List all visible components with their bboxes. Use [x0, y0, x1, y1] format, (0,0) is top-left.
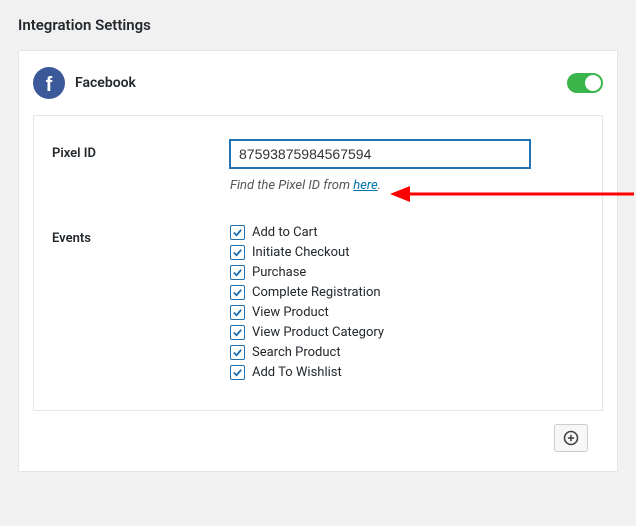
check-icon: [232, 267, 243, 278]
help-suffix: .: [378, 178, 381, 193]
events-list: Add to Cart Initiate Checkout Purchase Comp…: [230, 225, 584, 380]
pixel-id-help: Find the Pixel ID from here.: [230, 178, 584, 193]
pixel-id-row: Pixel ID Find the Pixel ID from here.: [52, 140, 584, 219]
event-checkbox[interactable]: [230, 325, 245, 340]
facebook-icon: f: [33, 67, 65, 99]
events-label: Events: [52, 225, 230, 246]
event-checkbox[interactable]: [230, 285, 245, 300]
event-item: Add To Wishlist: [230, 365, 584, 380]
event-item: View Product Category: [230, 325, 584, 340]
event-checkbox[interactable]: [230, 305, 245, 320]
pixel-id-field: Find the Pixel ID from here.: [230, 140, 584, 219]
panel-header-left: f Facebook: [33, 67, 136, 99]
add-button-wrap: [554, 424, 588, 452]
event-checkbox[interactable]: [230, 345, 245, 360]
page-title: Integration Settings: [18, 16, 618, 34]
help-prefix: Find the Pixel ID from: [230, 178, 353, 193]
event-item: Add to Cart: [230, 225, 584, 240]
events-field: Add to Cart Initiate Checkout Purchase Comp…: [230, 225, 584, 380]
check-icon: [232, 247, 243, 258]
event-item: Search Product: [230, 345, 584, 360]
event-label: Initiate Checkout: [252, 245, 349, 260]
event-label: View Product Category: [252, 325, 384, 340]
events-row: Events Add to Cart Initiate Checkout Purch…: [52, 225, 584, 380]
check-icon: [232, 227, 243, 238]
panel-header: f Facebook: [33, 63, 603, 115]
event-item: View Product: [230, 305, 584, 320]
event-label: Add to Cart: [252, 225, 318, 240]
settings-box: Pixel ID Find the Pixel ID from here. Ev…: [33, 115, 603, 411]
event-label: Add To Wishlist: [252, 365, 342, 380]
provider-name: Facebook: [75, 75, 136, 91]
event-checkbox[interactable]: [230, 245, 245, 260]
toggle-knob: [585, 75, 601, 91]
pixel-id-label: Pixel ID: [52, 140, 230, 161]
event-item: Purchase: [230, 265, 584, 280]
event-label: Search Product: [252, 345, 341, 360]
event-item: Complete Registration: [230, 285, 584, 300]
help-link[interactable]: here: [353, 178, 377, 193]
event-checkbox[interactable]: [230, 225, 245, 240]
event-label: Complete Registration: [252, 285, 381, 300]
check-icon: [232, 287, 243, 298]
pixel-id-input[interactable]: [230, 140, 530, 168]
enable-toggle[interactable]: [567, 73, 603, 93]
add-button[interactable]: [554, 424, 588, 452]
event-label: View Product: [252, 305, 329, 320]
event-item: Initiate Checkout: [230, 245, 584, 260]
event-label: Purchase: [252, 265, 306, 280]
check-icon: [232, 307, 243, 318]
integration-panel: f Facebook Pixel ID Find the Pixel ID fr…: [18, 50, 618, 472]
event-checkbox[interactable]: [230, 365, 245, 380]
check-icon: [232, 367, 243, 378]
plus-circle-icon: [563, 430, 579, 446]
check-icon: [232, 327, 243, 338]
event-checkbox[interactable]: [230, 265, 245, 280]
check-icon: [232, 347, 243, 358]
